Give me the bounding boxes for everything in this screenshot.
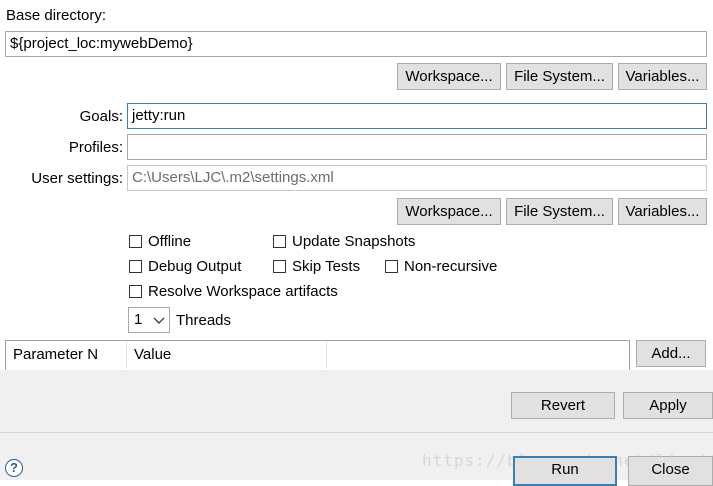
base-dir-workspace-button[interactable]: Workspace... (397, 63, 501, 90)
base-directory-label: Base directory: (6, 7, 107, 24)
threads-label: Threads (176, 312, 232, 329)
non-recursive-checkbox[interactable]: Non-recursive (385, 258, 497, 275)
help-icon[interactable]: ? (5, 459, 23, 477)
value-column-header[interactable]: Value (127, 341, 327, 369)
update-snapshots-checkbox-box[interactable] (273, 235, 286, 248)
add-parameter-button[interactable]: Add... (636, 340, 706, 367)
offline-checkbox[interactable]: Offline (129, 233, 191, 250)
goals-input[interactable]: jetty:run (127, 103, 707, 129)
base-dir-variables-button[interactable]: Variables... (618, 63, 707, 90)
offline-checkbox-box[interactable] (129, 235, 142, 248)
revert-button[interactable]: Revert (511, 392, 615, 419)
user-settings-variables-button[interactable]: Variables... (618, 198, 707, 225)
goals-label: Goals: (79, 108, 123, 125)
profiles-input[interactable] (127, 134, 707, 160)
debug-output-checkbox-box[interactable] (129, 260, 142, 273)
threads-select-value: 1 (134, 311, 143, 328)
parameters-table[interactable]: Parameter N Value (5, 340, 630, 372)
profiles-label: Profiles: (68, 139, 123, 156)
user-settings-label: User settings: (31, 170, 123, 187)
chevron-down-icon (153, 317, 165, 324)
main-config-panel: Base directory: ${project_loc:mywebDemo}… (0, 0, 713, 372)
skip-tests-checkbox[interactable]: Skip Tests (273, 258, 360, 275)
offline-checkbox-label: Offline (148, 233, 192, 250)
debug-output-checkbox-label: Debug Output (148, 258, 242, 275)
non-recursive-checkbox-label: Non-recursive (404, 258, 498, 275)
user-settings-workspace-button[interactable]: Workspace... (397, 198, 501, 225)
debug-output-checkbox[interactable]: Debug Output (129, 258, 241, 275)
skip-tests-checkbox-box[interactable] (273, 260, 286, 273)
run-button[interactable]: Run (513, 456, 617, 486)
update-snapshots-checkbox[interactable]: Update Snapshots (273, 233, 415, 250)
resolve-workspace-checkbox-label: Resolve Workspace artifacts (148, 283, 338, 300)
threads-select[interactable]: 1 (128, 307, 170, 333)
base-directory-input[interactable]: ${project_loc:mywebDemo} (5, 31, 707, 57)
non-recursive-checkbox-box[interactable] (385, 260, 398, 273)
update-snapshots-checkbox-label: Update Snapshots (292, 233, 416, 250)
apply-button[interactable]: Apply (623, 392, 713, 419)
user-settings-input[interactable]: C:\Users\LJC\.m2\settings.xml (127, 165, 707, 191)
base-dir-file-system-button[interactable]: File System... (506, 63, 613, 90)
parameter-name-column-header[interactable]: Parameter N (6, 341, 127, 369)
resolve-workspace-checkbox-box[interactable] (129, 285, 142, 298)
resolve-workspace-checkbox[interactable]: Resolve Workspace artifacts (129, 283, 338, 300)
skip-tests-checkbox-label: Skip Tests (292, 258, 361, 275)
user-settings-file-system-button[interactable]: File System... (506, 198, 613, 225)
close-button[interactable]: Close (628, 456, 713, 486)
footer-separator (0, 432, 713, 433)
